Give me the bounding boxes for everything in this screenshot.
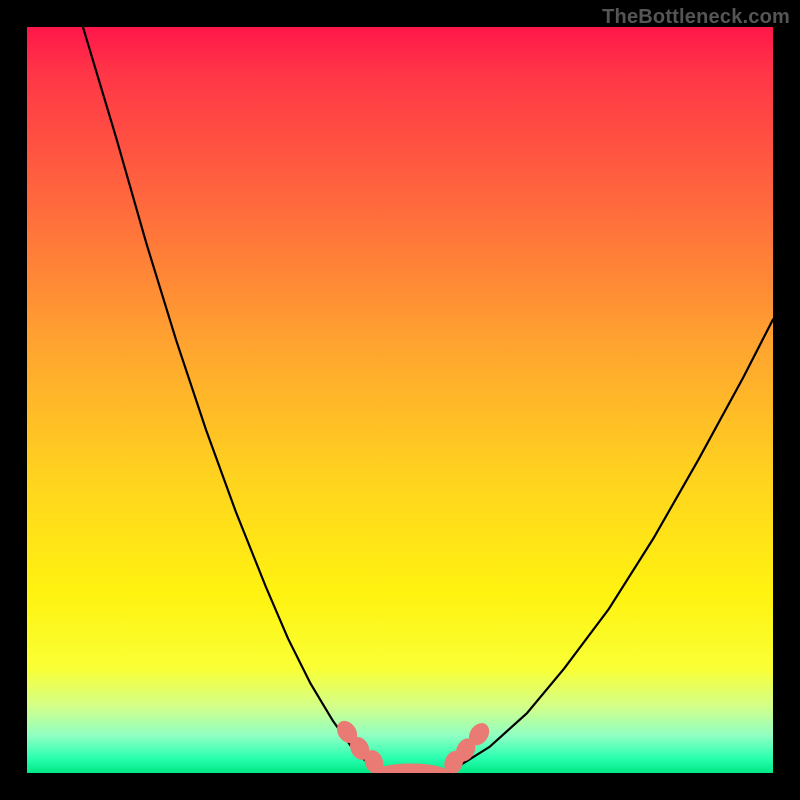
watermark-text: TheBottleneck.com [602,6,790,29]
highlight-marker [375,764,447,773]
highlight-markers [333,717,494,773]
bottleneck-curve [83,27,773,773]
chart-frame: TheBottleneck.com [0,0,800,800]
bottleneck-curve-svg [27,27,773,773]
plot-area [27,27,773,773]
